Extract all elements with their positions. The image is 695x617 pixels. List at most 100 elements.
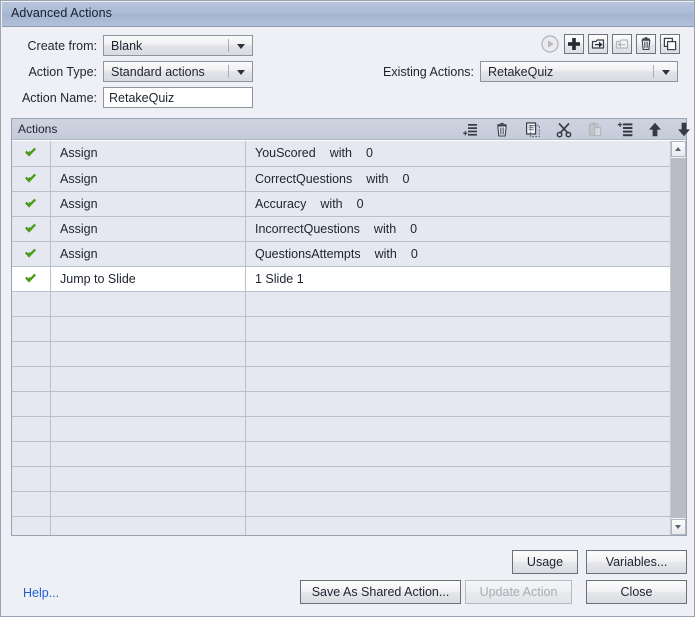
row-action-cell[interactable]: Assign	[50, 166, 246, 192]
table-row-empty[interactable]	[12, 491, 672, 517]
table-row-empty[interactable]	[12, 416, 672, 442]
row-parameters-cell[interactable]	[245, 316, 672, 342]
row-action-cell[interactable]	[50, 291, 246, 317]
row-enabled-cell[interactable]	[12, 216, 51, 242]
usage-button[interactable]: Usage	[512, 550, 578, 574]
row-enabled-cell[interactable]	[12, 266, 51, 292]
delete-statement-button[interactable]	[493, 121, 511, 138]
chevron-down-icon	[237, 44, 245, 49]
create-from-dropdown[interactable]: Blank	[103, 35, 253, 56]
row-action-cell[interactable]	[50, 316, 246, 342]
row-value-label: 0	[410, 246, 418, 261]
copy-statement-button[interactable]	[524, 121, 542, 138]
table-row[interactable]: Assign QuestionsAttempts with 0	[12, 241, 672, 267]
table-row-empty[interactable]	[12, 341, 672, 367]
table-row-empty[interactable]	[12, 291, 672, 317]
row-enabled-cell[interactable]	[12, 516, 51, 535]
row-action-cell[interactable]	[50, 416, 246, 442]
row-action-cell[interactable]: Assign	[50, 191, 246, 217]
row-action-cell[interactable]: Assign	[50, 241, 246, 267]
update-action-button[interactable]: Update Action	[465, 580, 572, 604]
row-action-cell[interactable]	[50, 366, 246, 392]
scroll-down-button[interactable]	[671, 519, 686, 535]
save-as-shared-action-button[interactable]: Save As Shared Action...	[300, 580, 461, 604]
table-row-empty[interactable]	[12, 391, 672, 417]
paste-statement-button[interactable]	[586, 121, 604, 138]
copy-statement-icon	[525, 122, 540, 138]
row-parameters-cell[interactable]: QuestionsAttempts with 0	[245, 241, 672, 267]
row-enabled-cell[interactable]	[12, 316, 51, 342]
table-row-empty[interactable]	[12, 366, 672, 392]
duplicate-action-button[interactable]	[660, 34, 680, 54]
table-row-empty[interactable]	[12, 516, 672, 535]
row-action-cell[interactable]	[50, 441, 246, 467]
help-link[interactable]: Help...	[23, 586, 59, 600]
move-down-button[interactable]	[675, 121, 693, 138]
preview-play-button[interactable]	[540, 34, 560, 54]
table-row[interactable]: Assign Accuracy with 0	[12, 191, 672, 217]
row-parameters-cell[interactable]	[245, 341, 672, 367]
action-type-dropdown[interactable]: Standard actions	[103, 61, 253, 82]
row-action-cell[interactable]: Assign	[50, 216, 246, 242]
row-action-cell[interactable]	[50, 491, 246, 517]
row-enabled-cell[interactable]	[12, 141, 51, 167]
row-parameters-cell[interactable]	[245, 391, 672, 417]
row-parameters-cell[interactable]	[245, 516, 672, 535]
create-action-button[interactable]	[564, 34, 584, 54]
action-name-input[interactable]: RetakeQuiz	[103, 87, 253, 108]
row-parameters-cell[interactable]: Accuracy with 0	[245, 191, 672, 217]
scrollbar-thumb[interactable]	[671, 158, 686, 518]
table-row[interactable]: Assign YouScored with 0	[12, 141, 672, 167]
row-action-cell[interactable]: Jump to Slide	[50, 266, 246, 292]
row-parameters-cell[interactable]	[245, 441, 672, 467]
row-parameters-cell[interactable]	[245, 466, 672, 492]
add-statement-icon	[463, 124, 477, 136]
delete-action-button[interactable]	[636, 34, 656, 54]
row-enabled-cell[interactable]	[12, 191, 51, 217]
row-enabled-cell[interactable]	[12, 391, 51, 417]
move-up-button[interactable]	[646, 121, 664, 138]
row-action-cell[interactable]	[50, 466, 246, 492]
row-enabled-cell[interactable]	[12, 416, 51, 442]
action-type-label: Action Type:	[28, 65, 97, 79]
close-button[interactable]: Close	[586, 580, 687, 604]
row-value-label: 0	[365, 146, 373, 161]
row-enabled-cell[interactable]	[12, 241, 51, 267]
row-parameters-cell[interactable]	[245, 416, 672, 442]
row-action-cell[interactable]	[50, 341, 246, 367]
row-parameters-cell[interactable]: IncorrectQuestions with 0	[245, 216, 672, 242]
existing-actions-dropdown[interactable]: RetakeQuiz	[480, 61, 678, 82]
row-enabled-cell[interactable]	[12, 291, 51, 317]
actions-table-scrollbar[interactable]	[670, 141, 686, 535]
table-row-empty[interactable]	[12, 441, 672, 467]
row-enabled-cell[interactable]	[12, 466, 51, 492]
table-row-empty[interactable]	[12, 466, 672, 492]
insert-statement-button[interactable]	[617, 121, 635, 138]
export-action-button[interactable]	[588, 34, 608, 54]
table-row-empty[interactable]	[12, 316, 672, 342]
row-parameters-cell[interactable]	[245, 491, 672, 517]
table-row[interactable]: Assign CorrectQuestions with 0	[12, 166, 672, 192]
row-parameters-cell[interactable]	[245, 366, 672, 392]
row-enabled-cell[interactable]	[12, 441, 51, 467]
row-action-cell[interactable]: Assign	[50, 141, 246, 167]
row-action-cell[interactable]	[50, 391, 246, 417]
table-row[interactable]: Assign IncorrectQuestions with 0	[12, 216, 672, 242]
row-parameters-cell[interactable]: 1 Slide 1	[245, 266, 672, 292]
row-parameters-cell[interactable]	[245, 291, 672, 317]
scroll-up-button[interactable]	[671, 141, 686, 157]
row-enabled-cell[interactable]	[12, 341, 51, 367]
cut-statement-button[interactable]	[555, 121, 573, 138]
row-enabled-cell[interactable]	[12, 166, 51, 192]
row-value-label: 0	[356, 196, 364, 211]
import-action-button[interactable]	[612, 34, 632, 54]
variables-button[interactable]: Variables...	[586, 550, 687, 574]
row-parameters-cell[interactable]: CorrectQuestions with 0	[245, 166, 672, 192]
add-statement-button[interactable]	[462, 121, 480, 138]
insert-statement-icon	[617, 122, 633, 137]
row-action-cell[interactable]	[50, 516, 246, 535]
table-row[interactable]: Jump to Slide 1 Slide 1	[12, 266, 672, 292]
row-parameters-cell[interactable]: YouScored with 0	[245, 141, 672, 167]
row-enabled-cell[interactable]	[12, 491, 51, 517]
row-enabled-cell[interactable]	[12, 366, 51, 392]
